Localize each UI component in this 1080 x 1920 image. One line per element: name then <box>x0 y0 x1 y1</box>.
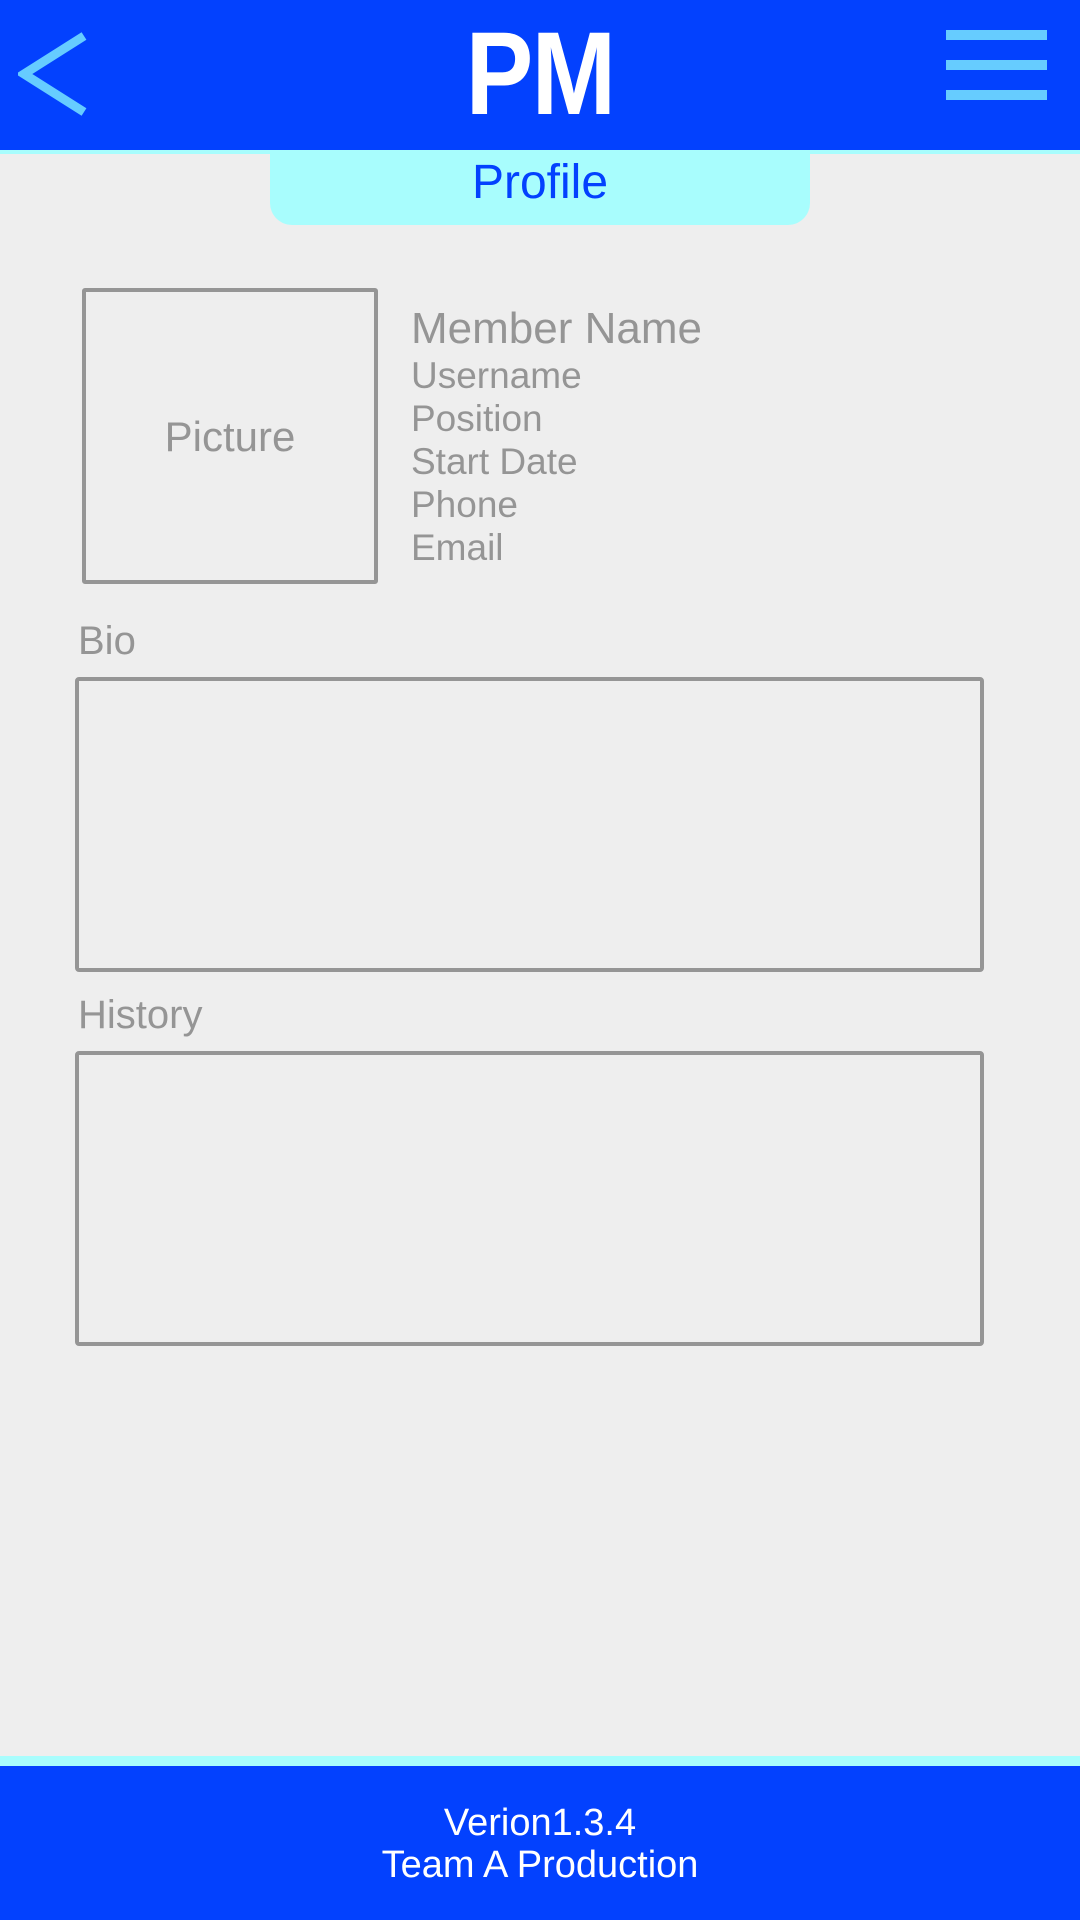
member-name: Member Name <box>411 304 702 353</box>
version-text: Verion1.3.4 <box>443 1802 637 1844</box>
menu-bar-middle <box>946 60 1047 70</box>
profile-picture[interactable]: Picture <box>82 288 378 584</box>
app-header: PM <box>0 0 1080 150</box>
team-credit: Team A Production <box>381 1844 699 1886</box>
app-footer: Verion1.3.4 Team A Production <box>0 1766 1080 1920</box>
picture-label: Picture <box>164 413 296 460</box>
start-date-field: Start Date <box>411 441 578 482</box>
menu-button[interactable] <box>946 30 1047 102</box>
history-box[interactable] <box>75 1051 984 1346</box>
phone-field: Phone <box>411 484 518 525</box>
bio-box[interactable] <box>75 677 984 972</box>
menu-bar-top <box>946 30 1047 40</box>
history-label: History <box>78 993 203 1037</box>
app-title: PM <box>465 8 616 140</box>
member-info: Member Name Username Position Start Date… <box>411 304 702 569</box>
footer-accent-strip <box>0 1756 1080 1766</box>
menu-bar-bottom <box>946 90 1047 100</box>
position-field: Position <box>411 398 543 439</box>
bio-label: Bio <box>78 619 136 663</box>
email-field: Email <box>411 527 504 568</box>
username-field: Username <box>411 355 582 396</box>
tab-profile[interactable]: Profile <box>270 150 810 225</box>
